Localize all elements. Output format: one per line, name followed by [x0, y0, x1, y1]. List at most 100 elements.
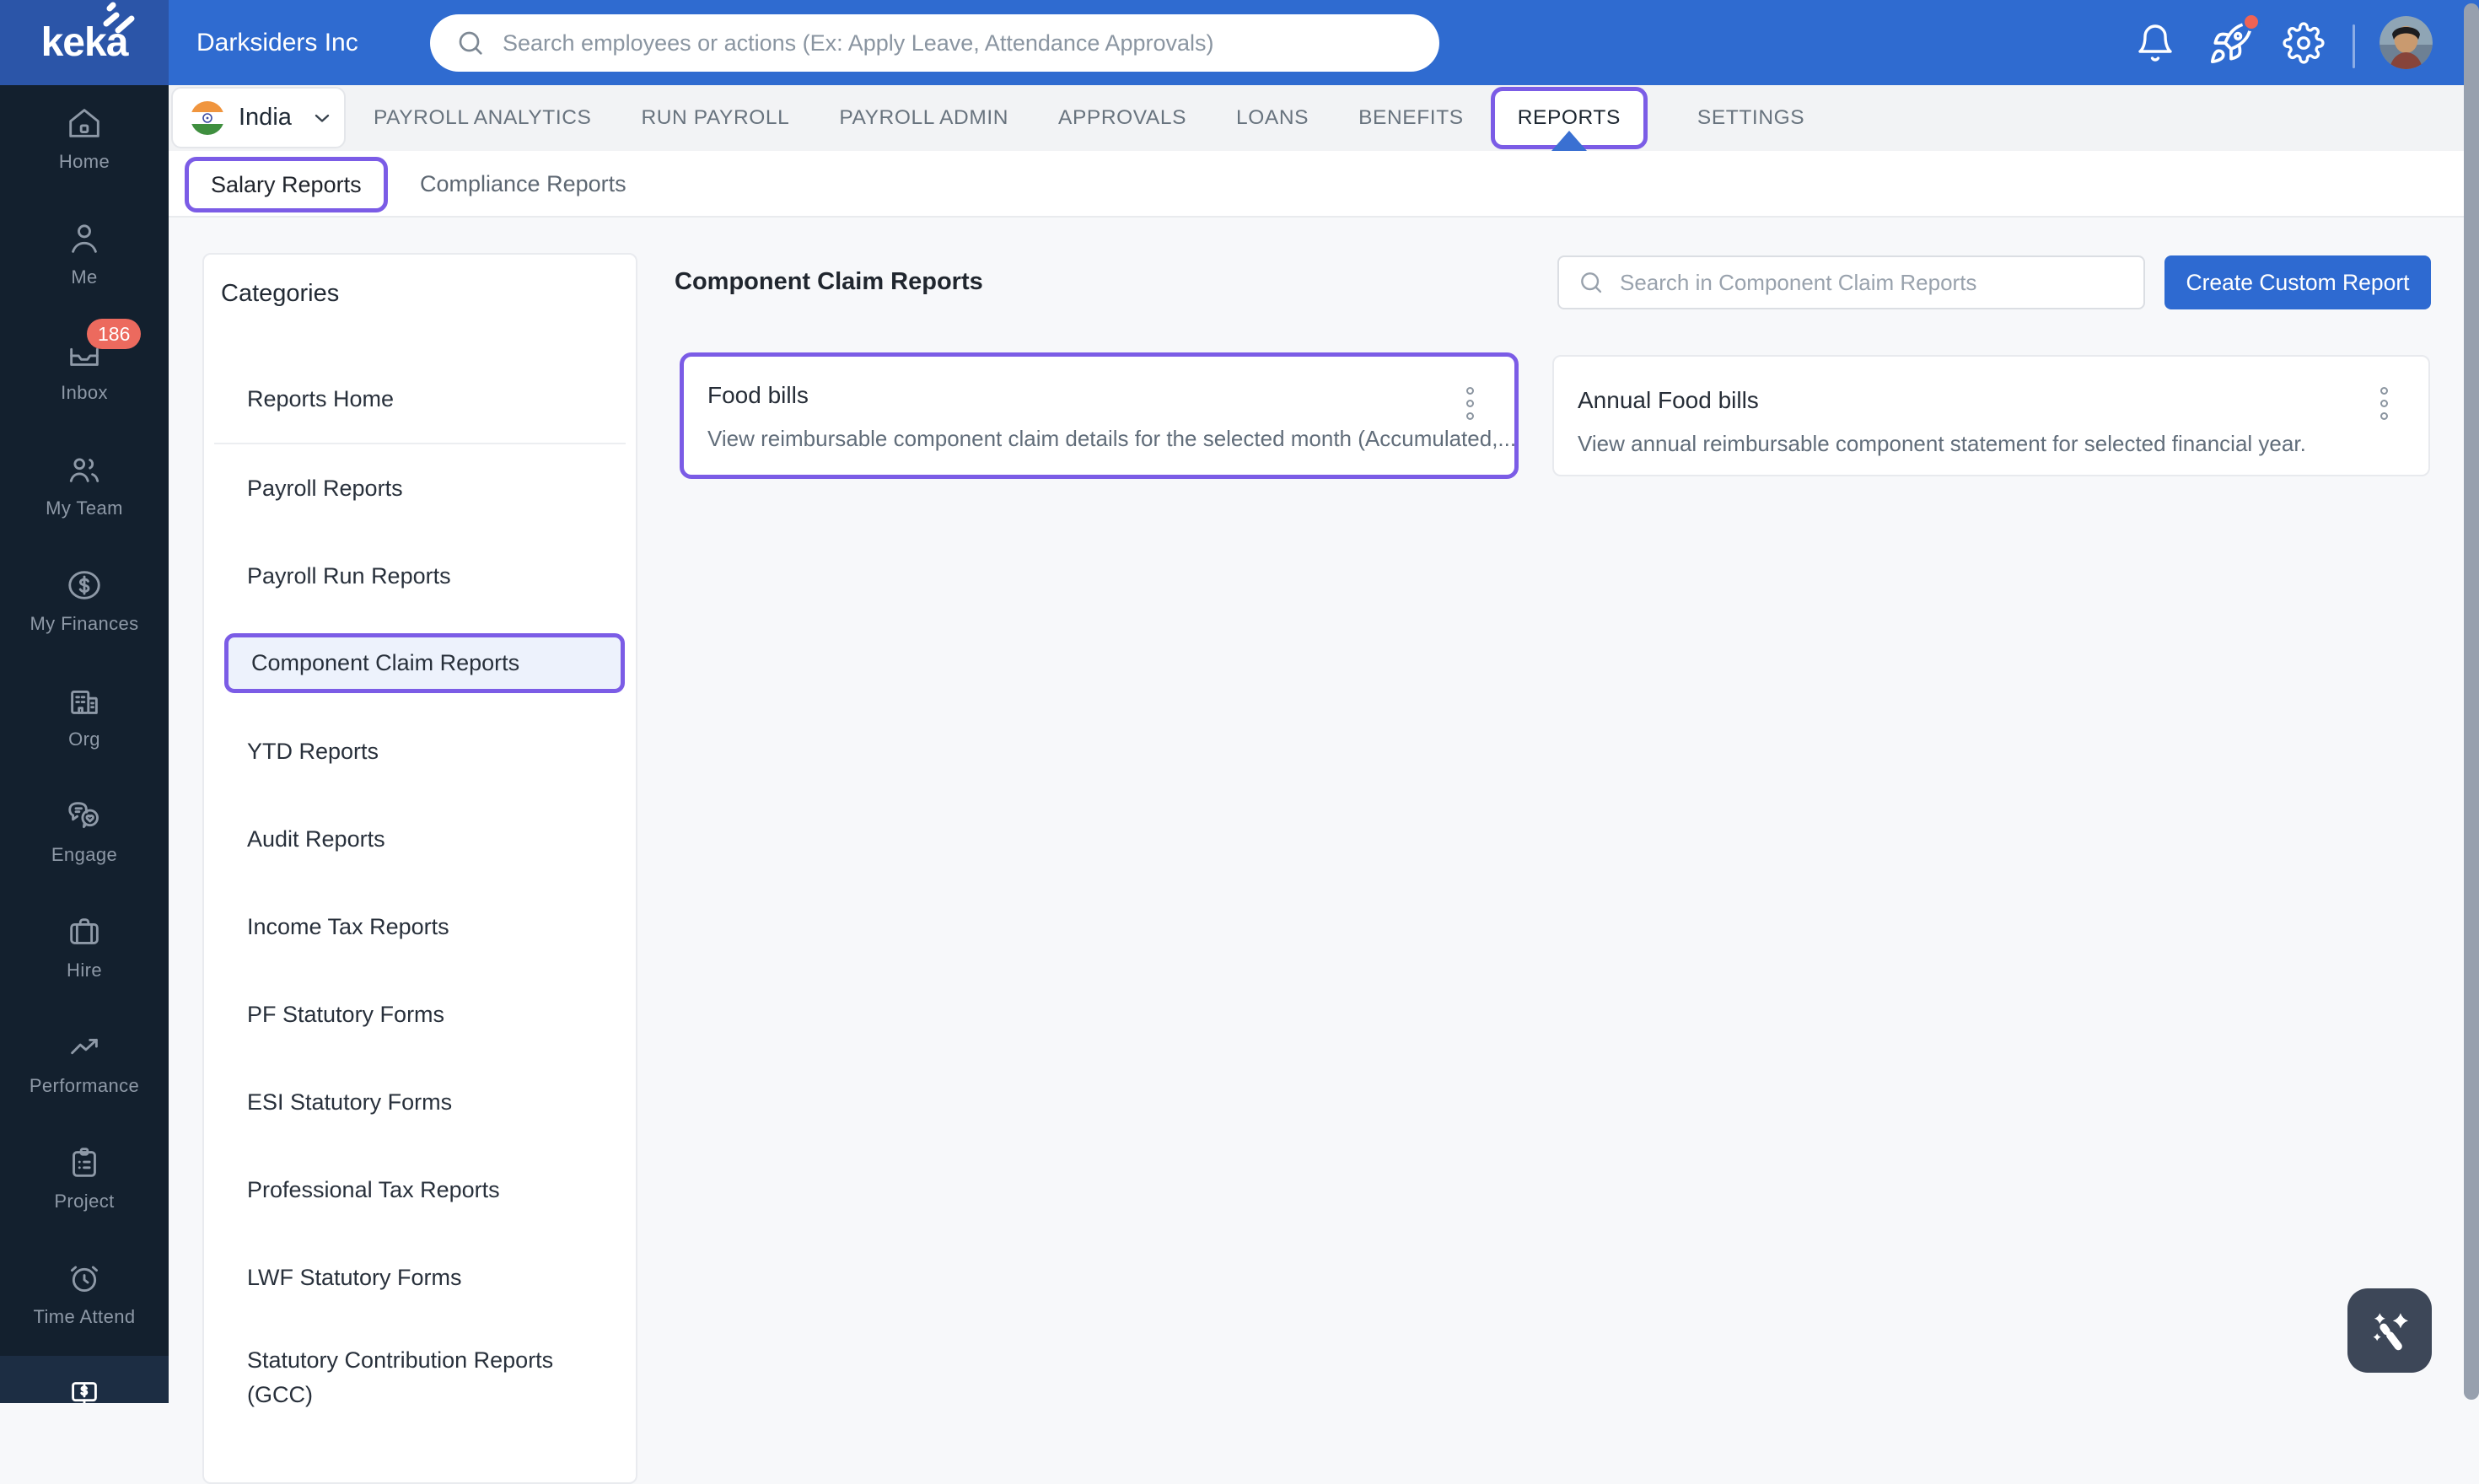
tab-payroll-analytics[interactable]: PAYROLL ANALYTICS	[374, 106, 591, 130]
avatar[interactable]	[2380, 16, 2433, 69]
tab-benefits[interactable]: BENEFITS	[1358, 106, 1464, 130]
notifications-button[interactable]	[2132, 0, 2179, 85]
search-icon	[1581, 272, 1602, 293]
header-divider	[2353, 24, 2355, 68]
tab-settings[interactable]: SETTINGS	[1697, 106, 1804, 130]
sidebar-label: Hire	[67, 960, 102, 981]
report-search-bar[interactable]	[1557, 255, 2145, 309]
magic-wand-fab[interactable]	[2347, 1288, 2432, 1373]
avatar-image	[2380, 16, 2433, 69]
clipboard-icon	[73, 1148, 96, 1177]
sidebar-item-home[interactable]: Home	[0, 85, 169, 201]
create-custom-report-button[interactable]: Create Custom Report	[2164, 255, 2431, 309]
team-icon	[69, 458, 99, 482]
tab-run-payroll[interactable]: RUN PAYROLL	[641, 106, 789, 130]
search-icon	[459, 31, 482, 55]
reports-subtab-bar: Salary Reports Compliance Reports	[169, 151, 2479, 218]
chat-bubbles-icon	[68, 802, 99, 829]
main-content: Categories Reports Home Payroll Reports …	[169, 219, 2479, 1484]
category-ytd-reports[interactable]: YTD Reports	[204, 707, 636, 795]
category-professional-tax-reports[interactable]: Professional Tax Reports	[204, 1146, 636, 1234]
kebab-menu-icon[interactable]	[2377, 384, 2391, 423]
category-reports-home[interactable]: Reports Home	[204, 355, 636, 443]
tab-reports[interactable]: REPORTS	[1490, 87, 1648, 149]
sidebar-item-project[interactable]: Project	[0, 1125, 169, 1240]
category-statutory-contribution-reports-gcc[interactable]: Statutory Contribution Reports (GCC)	[204, 1321, 636, 1434]
india-flag-icon	[191, 100, 224, 135]
left-sidebar: Home Me 186 Inbox My Team My Finances Or…	[0, 85, 169, 1403]
page-scrollbar[interactable]	[2464, 3, 2479, 1400]
magic-wand-icon	[2373, 1313, 2408, 1351]
subtab-salary-reports[interactable]: Salary Reports	[185, 157, 388, 212]
global-search-input[interactable]	[501, 29, 1412, 57]
report-card-title: Annual Food bills	[1578, 387, 1759, 413]
categories-list: Reports Home Payroll Reports Payroll Run…	[204, 355, 636, 1434]
categories-panel: Categories Reports Home Payroll Reports …	[202, 253, 637, 1484]
category-lwf-statutory-forms[interactable]: LWF Statutory Forms	[204, 1234, 636, 1321]
bell-icon	[2138, 24, 2172, 62]
category-audit-reports[interactable]: Audit Reports	[204, 795, 636, 883]
dollar-circle-icon	[68, 571, 100, 600]
category-payroll-reports[interactable]: Payroll Reports	[204, 444, 636, 532]
payroll-monitor-icon	[72, 1382, 97, 1403]
sidebar-label: My Finances	[30, 613, 139, 634]
trend-arrow-icon	[71, 1038, 98, 1055]
home-icon	[69, 109, 99, 137]
report-card-description: View reimbursable component claim detail…	[707, 426, 1517, 451]
company-name: Darksiders Inc	[196, 28, 358, 56]
inbox-badge: 186	[87, 319, 142, 349]
sidebar-label: Inbox	[61, 382, 108, 403]
page-title: Component Claim Reports	[675, 268, 983, 295]
legal-entity-label: India	[239, 104, 292, 131]
sidebar-label: My Team	[46, 497, 123, 519]
sidebar-item-org[interactable]: Org	[0, 663, 169, 778]
briefcase-icon	[70, 918, 99, 944]
sidebar-label: Engage	[51, 844, 118, 865]
sidebar-item-payroll-active[interactable]	[0, 1356, 169, 1403]
sidebar-label: Me	[71, 266, 98, 288]
sidebar-item-engage[interactable]: Engage	[0, 778, 169, 894]
tab-payroll-admin[interactable]: PAYROLL ADMIN	[839, 106, 1008, 130]
sidebar-item-my-team[interactable]: My Team	[0, 432, 169, 547]
kebab-menu-icon[interactable]	[1463, 384, 1477, 423]
legal-entity-selector[interactable]: India	[171, 87, 346, 148]
whats-new-badge-dot	[2242, 12, 2261, 31]
keka-logo[interactable]: keka	[0, 0, 169, 85]
category-payroll-run-reports[interactable]: Payroll Run Reports	[204, 532, 636, 620]
category-component-claim-reports[interactable]: Component Claim Reports	[224, 633, 625, 693]
chevron-down-icon	[315, 114, 330, 122]
settings-button[interactable]	[2278, 0, 2329, 85]
report-card-title: Food bills	[707, 382, 809, 408]
alarm-clock-icon	[70, 1266, 99, 1293]
module-tabs: PAYROLL ANALYTICS RUN PAYROLL PAYROLL AD…	[374, 85, 1854, 151]
subtab-compliance-reports[interactable]: Compliance Reports	[420, 151, 626, 218]
whats-new-button[interactable]	[2202, 0, 2261, 85]
logo-sparkle-icon	[103, 2, 135, 34]
report-card-description: View annual reimbursable component state…	[1578, 431, 2306, 456]
sidebar-item-performance[interactable]: Performance	[0, 1009, 169, 1125]
sidebar-label: Project	[54, 1191, 115, 1212]
categories-title: Categories	[221, 280, 340, 307]
sidebar-label: Performance	[29, 1075, 140, 1096]
category-pf-statutory-forms[interactable]: PF Statutory Forms	[204, 971, 636, 1058]
sidebar-item-time-attend[interactable]: Time Attend	[0, 1240, 169, 1356]
sidebar-item-me[interactable]: Me	[0, 201, 169, 316]
sidebar-label: Time Attend	[33, 1306, 136, 1327]
tab-approvals[interactable]: APPROVALS	[1058, 106, 1186, 130]
category-income-tax-reports[interactable]: Income Tax Reports	[204, 883, 636, 971]
person-icon	[72, 224, 97, 253]
sidebar-item-hire[interactable]: Hire	[0, 894, 169, 1009]
top-header: keka Darksiders Inc	[0, 0, 2479, 85]
gear-icon	[2283, 21, 2325, 64]
report-card-food-bills[interactable]: Food bills View reimbursable component c…	[680, 352, 1519, 479]
global-search-bar[interactable]	[430, 14, 1439, 72]
building-icon	[71, 691, 98, 714]
sidebar-label: Org	[68, 729, 100, 750]
tab-loans[interactable]: LOANS	[1236, 106, 1309, 130]
category-esi-statutory-forms[interactable]: ESI Statutory Forms	[204, 1058, 636, 1146]
sidebar-item-inbox[interactable]: 186 Inbox	[0, 316, 169, 432]
module-tab-bar: India PAYROLL ANALYTICS RUN PAYROLL PAYR…	[169, 85, 2479, 151]
report-card-annual-food-bills[interactable]: Annual Food bills View annual reimbursab…	[1552, 355, 2430, 476]
report-search-input[interactable]	[1618, 268, 2124, 297]
sidebar-item-my-finances[interactable]: My Finances	[0, 547, 169, 663]
